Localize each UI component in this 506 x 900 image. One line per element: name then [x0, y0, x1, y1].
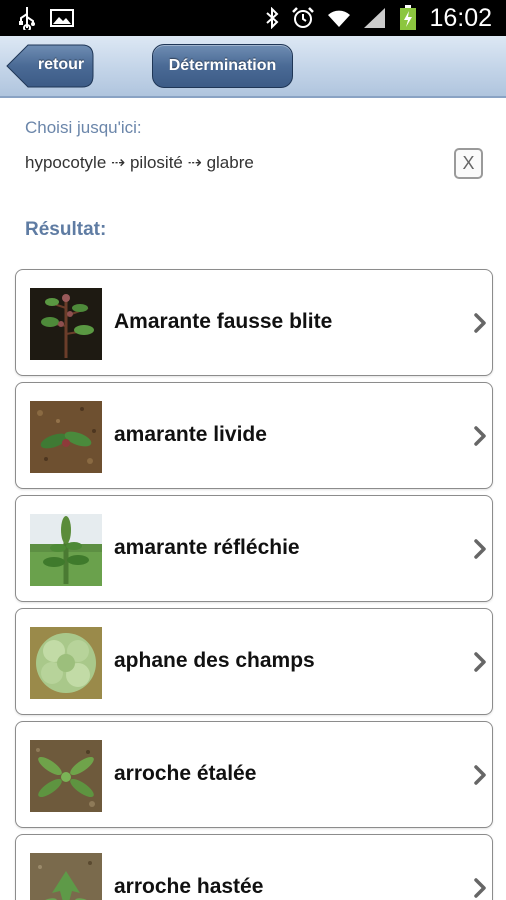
list-item-label: arroche hastée: [114, 875, 264, 898]
list-item-label: aphane des champs: [114, 649, 315, 672]
clock: 16:02: [429, 3, 492, 32]
list-item[interactable]: Amarante fausse blite: [15, 269, 493, 376]
chevron-right-icon: [474, 878, 486, 898]
back-button-label: retour: [37, 56, 85, 73]
aphane-des-champs-photo: [30, 627, 102, 699]
determination-button[interactable]: Détermination: [152, 44, 293, 88]
list-item[interactable]: aphane des champs: [15, 608, 493, 715]
results-heading: Résultat:: [25, 219, 107, 240]
list-item-label: Amarante fausse blite: [114, 310, 333, 333]
battery-charging-icon: [399, 5, 417, 31]
chevron-right-icon: [474, 652, 486, 672]
list-item-label: amarante livide: [114, 423, 267, 446]
chevron-right-icon: [474, 539, 486, 559]
list-item[interactable]: amarante réfléchie: [15, 495, 493, 602]
back-button[interactable]: retour: [6, 44, 94, 88]
selection-heading: Choisi jusqu'ici:: [25, 118, 142, 137]
chevron-right-icon: [474, 765, 486, 785]
status-bar: 16:02: [0, 0, 506, 36]
image-icon: [50, 8, 74, 28]
usb-icon: [18, 6, 36, 30]
alarm-icon: [291, 6, 315, 30]
bluetooth-icon: [265, 7, 279, 29]
chevron-right-icon: [474, 313, 486, 333]
amarante-fausse-blite-photo: [30, 288, 102, 360]
arroche-hastee-photo: [30, 853, 102, 900]
amarante-reflechie-photo: [30, 514, 102, 586]
amarante-livide-photo: [30, 401, 102, 473]
arroche-etalee-photo: [30, 740, 102, 812]
list-item-label: amarante réfléchie: [114, 536, 300, 559]
list-item[interactable]: arroche hastée: [15, 834, 493, 900]
list-item-label: arroche étalée: [114, 762, 257, 785]
wifi-icon: [327, 7, 351, 29]
list-item[interactable]: arroche étalée: [15, 721, 493, 828]
list-item[interactable]: amarante livide: [15, 382, 493, 489]
signal-icon: [363, 7, 387, 29]
clear-selection-button[interactable]: X: [454, 148, 483, 179]
app-header: retour Détermination: [0, 36, 506, 98]
chevron-right-icon: [474, 426, 486, 446]
selection-path: hypocotyle ⇢ pilosité ⇢ glabre: [25, 153, 254, 172]
